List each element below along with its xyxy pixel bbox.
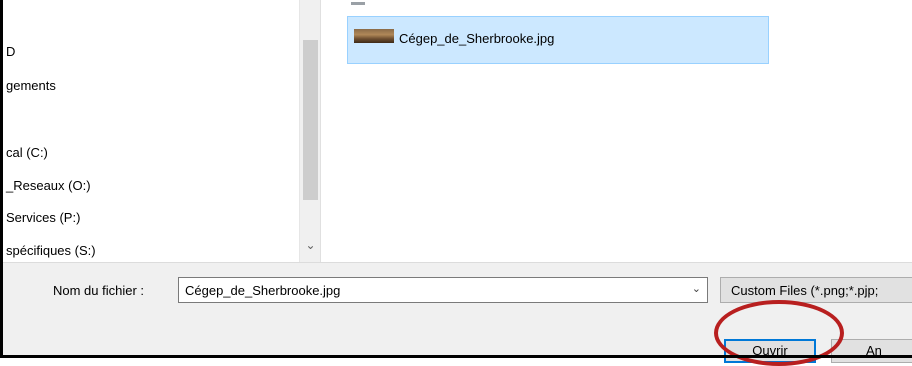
image-thumbnail-icon bbox=[354, 29, 394, 43]
file-name: Cégep_de_Sherbrooke.jpg bbox=[399, 31, 555, 46]
file-list-pane: Cégep_de_Sherbrooke.jpg bbox=[321, 0, 912, 262]
filter-value[interactable]: Custom Files (*.png;*.pjp; bbox=[731, 283, 878, 298]
file-item-selected[interactable]: Cégep_de_Sherbrooke.jpg bbox=[347, 16, 769, 64]
cancel-button[interactable]: An bbox=[831, 339, 912, 363]
scroll-thumb[interactable] bbox=[303, 40, 318, 200]
file-open-dialog: D gements cal (C:) _Reseaux (O:) Service… bbox=[0, 0, 912, 366]
nav-item-0[interactable]: D bbox=[6, 42, 15, 62]
file-type-filter[interactable]: Custom Files (*.png;*.pjp; bbox=[720, 277, 912, 303]
nav-item-local-disk-c[interactable]: cal (C:) bbox=[6, 143, 48, 163]
filename-label: Nom du fichier : bbox=[53, 283, 145, 298]
nav-item-reseaux-o[interactable]: _Reseaux (O:) bbox=[6, 176, 91, 196]
filename-field[interactable]: Cégep_de_Sherbrooke.jpg ⌄ bbox=[178, 277, 708, 303]
nav-item-services-p[interactable]: Services (P:) bbox=[6, 208, 80, 228]
frame-border-left bbox=[0, 0, 3, 358]
chevron-down-icon[interactable]: ⌄ bbox=[302, 236, 319, 254]
navigation-pane: D gements cal (C:) _Reseaux (O:) Service… bbox=[3, 0, 299, 262]
nav-scrollbar[interactable]: ⌄ bbox=[299, 0, 321, 262]
nav-item-downloads[interactable]: gements bbox=[6, 76, 56, 96]
chevron-down-icon[interactable]: ⌄ bbox=[692, 282, 701, 295]
nav-item-specifiques-s[interactable]: spécifiques (S:) bbox=[6, 241, 96, 261]
partial-item-icon bbox=[351, 2, 365, 5]
filename-value[interactable]: Cégep_de_Sherbrooke.jpg bbox=[185, 283, 340, 298]
